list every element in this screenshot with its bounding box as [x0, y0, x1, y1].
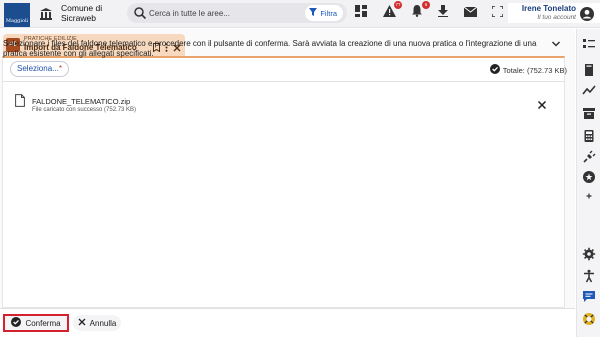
- download-icon: [437, 4, 449, 22]
- right-sidebar: [576, 29, 600, 337]
- support-lifebuoy-icon[interactable]: [582, 312, 596, 326]
- chat-icon[interactable]: [582, 289, 596, 303]
- divider: [2, 81, 565, 82]
- remove-file-icon[interactable]: [537, 97, 547, 110]
- file-list-item: FALDONE_TELEMATICO.zip File caricato con…: [2, 86, 565, 120]
- check-circle-icon: [11, 317, 22, 329]
- download-button[interactable]: [434, 4, 452, 22]
- alerts-badge: 77: [394, 1, 402, 9]
- user-avatar-icon: [580, 7, 594, 21]
- mail-button[interactable]: [461, 4, 479, 22]
- select-files-label: Seleziona...: [17, 64, 59, 73]
- user-account-link: Il tuo account: [537, 14, 576, 21]
- top-bar: Maggioli Comune di Sicraweb Filtra 77 6: [0, 0, 600, 28]
- calculator-icon[interactable]: [582, 129, 596, 143]
- required-mark: *: [58, 64, 62, 73]
- maggioli-logo[interactable]: Maggioli: [4, 3, 30, 27]
- box-icon[interactable]: [582, 106, 596, 120]
- book-icon[interactable]: [582, 63, 596, 77]
- confirm-button[interactable]: Conferma: [3, 314, 69, 332]
- logo-text: Maggioli: [5, 18, 29, 24]
- trend-chart-icon[interactable]: [582, 83, 596, 97]
- filter-label: Filtra: [320, 8, 337, 18]
- notifications-badge: 6: [422, 1, 430, 9]
- dashboard-icon: [355, 4, 367, 22]
- work-area: PE PRATICHE EDILIZIE Import da Faldone T…: [0, 29, 575, 337]
- instruction-text: Selezionare i files del faldone telemati…: [3, 39, 537, 58]
- mail-icon: [463, 4, 477, 22]
- file-icon: [15, 94, 25, 107]
- user-account[interactable]: Irene Tonelato Il tuo account: [508, 3, 600, 23]
- add-icon[interactable]: [582, 189, 596, 203]
- fullscreen-icon: [490, 4, 504, 22]
- search-icon: [133, 6, 147, 20]
- filter-button[interactable]: Filtra: [305, 5, 343, 21]
- plug-icon[interactable]: [582, 150, 596, 164]
- org-line-1: Comune di: [61, 3, 103, 13]
- select-files-button[interactable]: Seleziona...*: [10, 61, 69, 77]
- municipality-icon[interactable]: [38, 6, 54, 22]
- org-line-2: Sicraweb: [61, 13, 96, 23]
- total-size-label: Totale: (752.73 KB): [502, 65, 567, 75]
- filter-icon: [309, 8, 318, 18]
- user-name: Irene Tonelato: [521, 4, 576, 13]
- file-status: File caricato con successo (752.73 KB): [32, 107, 137, 113]
- organization-name[interactable]: Comune di Sicraweb: [61, 3, 102, 23]
- bell-icon: [411, 4, 423, 22]
- alerts-button[interactable]: 77: [380, 1, 402, 22]
- cancel-label: Annulla: [89, 318, 117, 328]
- check-circle-icon: [489, 64, 500, 76]
- dashboard-button[interactable]: [352, 4, 370, 22]
- star-circle-icon[interactable]: [582, 170, 596, 184]
- settings-gear-icon[interactable]: [582, 247, 596, 261]
- file-name: FALDONE_TELEMATICO.zip: [32, 97, 131, 106]
- close-icon: [78, 318, 86, 328]
- accessibility-icon[interactable]: [582, 269, 596, 283]
- total-size: Totale: (752.73 KB): [489, 64, 567, 76]
- confirm-label: Conferma: [25, 318, 61, 328]
- global-search: Filtra: [127, 3, 347, 23]
- checklist-icon[interactable]: [582, 37, 596, 51]
- fullscreen-button[interactable]: [488, 4, 506, 22]
- cancel-button[interactable]: Annulla: [73, 315, 121, 331]
- search-input[interactable]: [149, 6, 299, 20]
- notifications-button[interactable]: 6: [408, 1, 430, 22]
